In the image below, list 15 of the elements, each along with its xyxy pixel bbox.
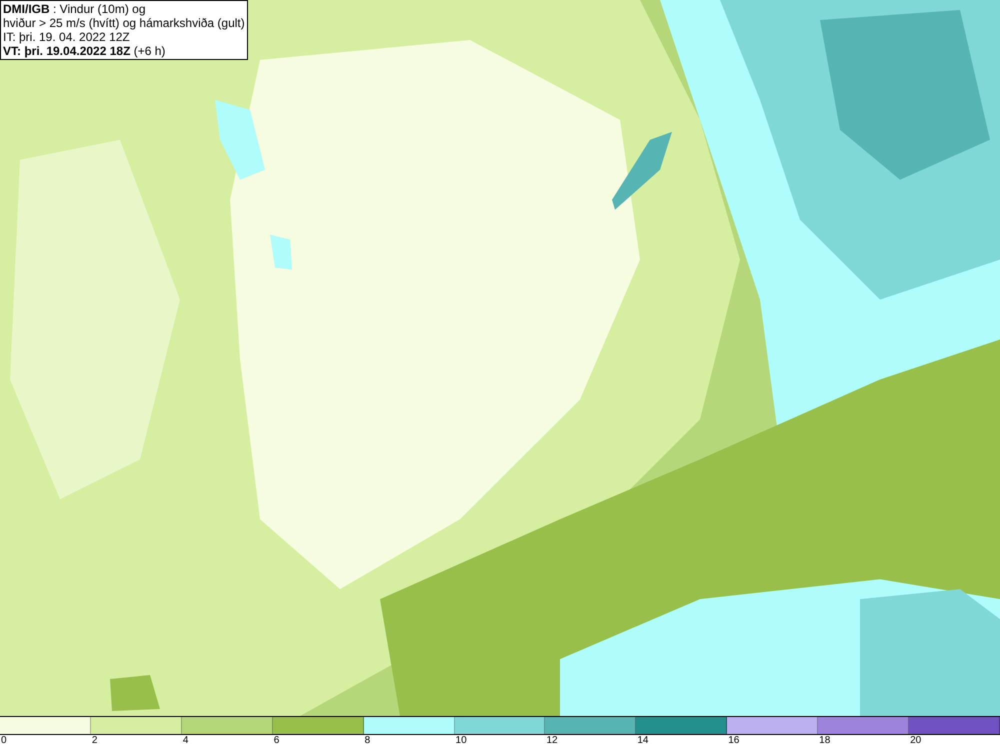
scale-label: 20: [909, 735, 922, 746]
scale-label: 12: [545, 735, 558, 746]
scale-label: 0: [0, 735, 7, 746]
scale-label: 8: [364, 735, 370, 746]
scale-label: 14: [636, 735, 648, 746]
scale-label: 18: [818, 735, 830, 746]
info-line: IT: þri. 19. 04. 2022 12Z: [3, 30, 131, 44]
scale-label: 2: [90, 735, 98, 746]
info-line: DMI/IGB : Vindur (10m) og: [3, 2, 146, 16]
scale-label: 10: [454, 735, 467, 746]
scale-label: 6: [272, 735, 280, 746]
scale-label: 4: [182, 735, 188, 746]
info-line: VT: þri. 19.04.2022 18Z (+6 h): [3, 44, 166, 58]
info-line: hviður > 25 m/s (hvítt) og hámarkshviða (gult): [3, 16, 245, 30]
scale-label: 16: [727, 735, 740, 746]
